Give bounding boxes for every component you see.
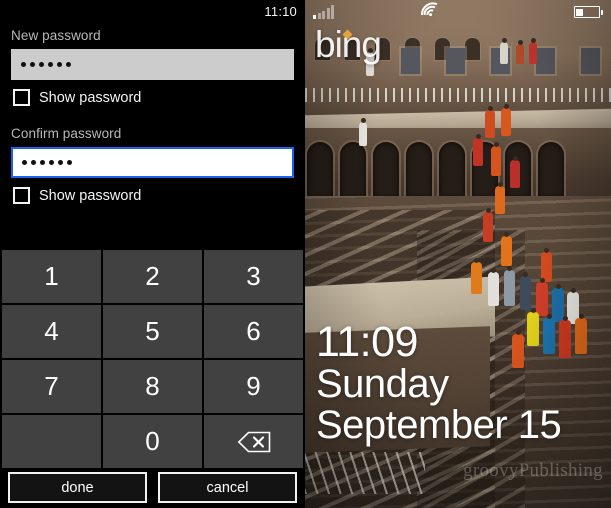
keypad-key-7[interactable]: 7: [2, 360, 101, 413]
battery-icon: [573, 6, 603, 18]
confirm-password-masked-value: [22, 160, 72, 165]
done-button[interactable]: done: [8, 472, 147, 503]
password-form: New password Show password Confirm passw…: [0, 22, 305, 204]
new-password-label: New password: [11, 28, 101, 43]
show-confirm-password-row[interactable]: Show password: [13, 187, 294, 204]
show-new-password-checkbox[interactable]: [13, 89, 30, 106]
mask-dot: [49, 160, 54, 165]
mask-dot: [58, 160, 63, 165]
show-new-password-label: Show password: [39, 89, 142, 106]
left-status-bar: 11:10: [0, 0, 305, 22]
wifi-icon: [420, 2, 439, 22]
mask-dot: [31, 160, 36, 165]
show-confirm-password-label: Show password: [39, 187, 142, 204]
mask-dot: [57, 62, 62, 67]
keypad-key-5[interactable]: 5: [103, 305, 202, 358]
keypad-key-0[interactable]: 0: [103, 415, 202, 468]
mask-dot: [67, 160, 72, 165]
keypad-key-4[interactable]: 4: [2, 305, 101, 358]
cancel-button[interactable]: cancel: [158, 472, 297, 503]
show-new-password-row[interactable]: Show password: [13, 89, 294, 106]
keypad-key-blank[interactable]: [2, 415, 101, 468]
mask-dot: [48, 62, 53, 67]
lock-clock-day: Sunday: [316, 362, 449, 407]
signal-bars-icon: [313, 5, 334, 19]
numeric-keypad: 1 2 3 4 5 6 7 8 9 0: [0, 250, 305, 468]
keypad-key-8[interactable]: 8: [103, 360, 202, 413]
mask-dot: [66, 62, 71, 67]
image-watermark: groovyPublishing: [463, 460, 603, 481]
lock-clock-time: 11:09: [316, 317, 418, 366]
keypad-key-9[interactable]: 9: [204, 360, 303, 413]
password-entry-panel: 11:10 New password Show password Confirm…: [0, 0, 305, 508]
lock-screen-panel[interactable]: bing 11:09 Sunday September 15 groovyPub…: [305, 0, 611, 508]
mask-dot: [21, 62, 26, 67]
new-password-masked-value: [21, 62, 71, 67]
form-spacer: [11, 106, 294, 126]
lock-clock-date: September 15: [316, 403, 562, 448]
keypad-key-1[interactable]: 1: [2, 250, 101, 303]
confirm-password-label: Confirm password: [11, 126, 122, 141]
lock-screen-clock: 11:09 Sunday September 15: [316, 317, 562, 448]
confirm-password-input[interactable]: [11, 147, 294, 178]
keypad-key-3[interactable]: 3: [204, 250, 303, 303]
keypad-key-6[interactable]: 6: [204, 305, 303, 358]
show-confirm-password-checkbox[interactable]: [13, 187, 30, 204]
mask-dot: [30, 62, 35, 67]
mask-dot: [22, 160, 27, 165]
keypad-key-backspace[interactable]: [204, 415, 303, 468]
lock-status-bar: [305, 2, 611, 22]
keypad-action-row: done cancel: [0, 472, 305, 504]
backspace-icon: [237, 431, 270, 452]
phone-screenshot-root: 11:10 New password Show password Confirm…: [0, 0, 611, 508]
new-password-input[interactable]: [11, 49, 294, 80]
mask-dot: [40, 160, 45, 165]
status-bar-clock: 11:10: [264, 3, 297, 19]
mask-dot: [39, 62, 44, 67]
keypad-key-2[interactable]: 2: [103, 250, 202, 303]
